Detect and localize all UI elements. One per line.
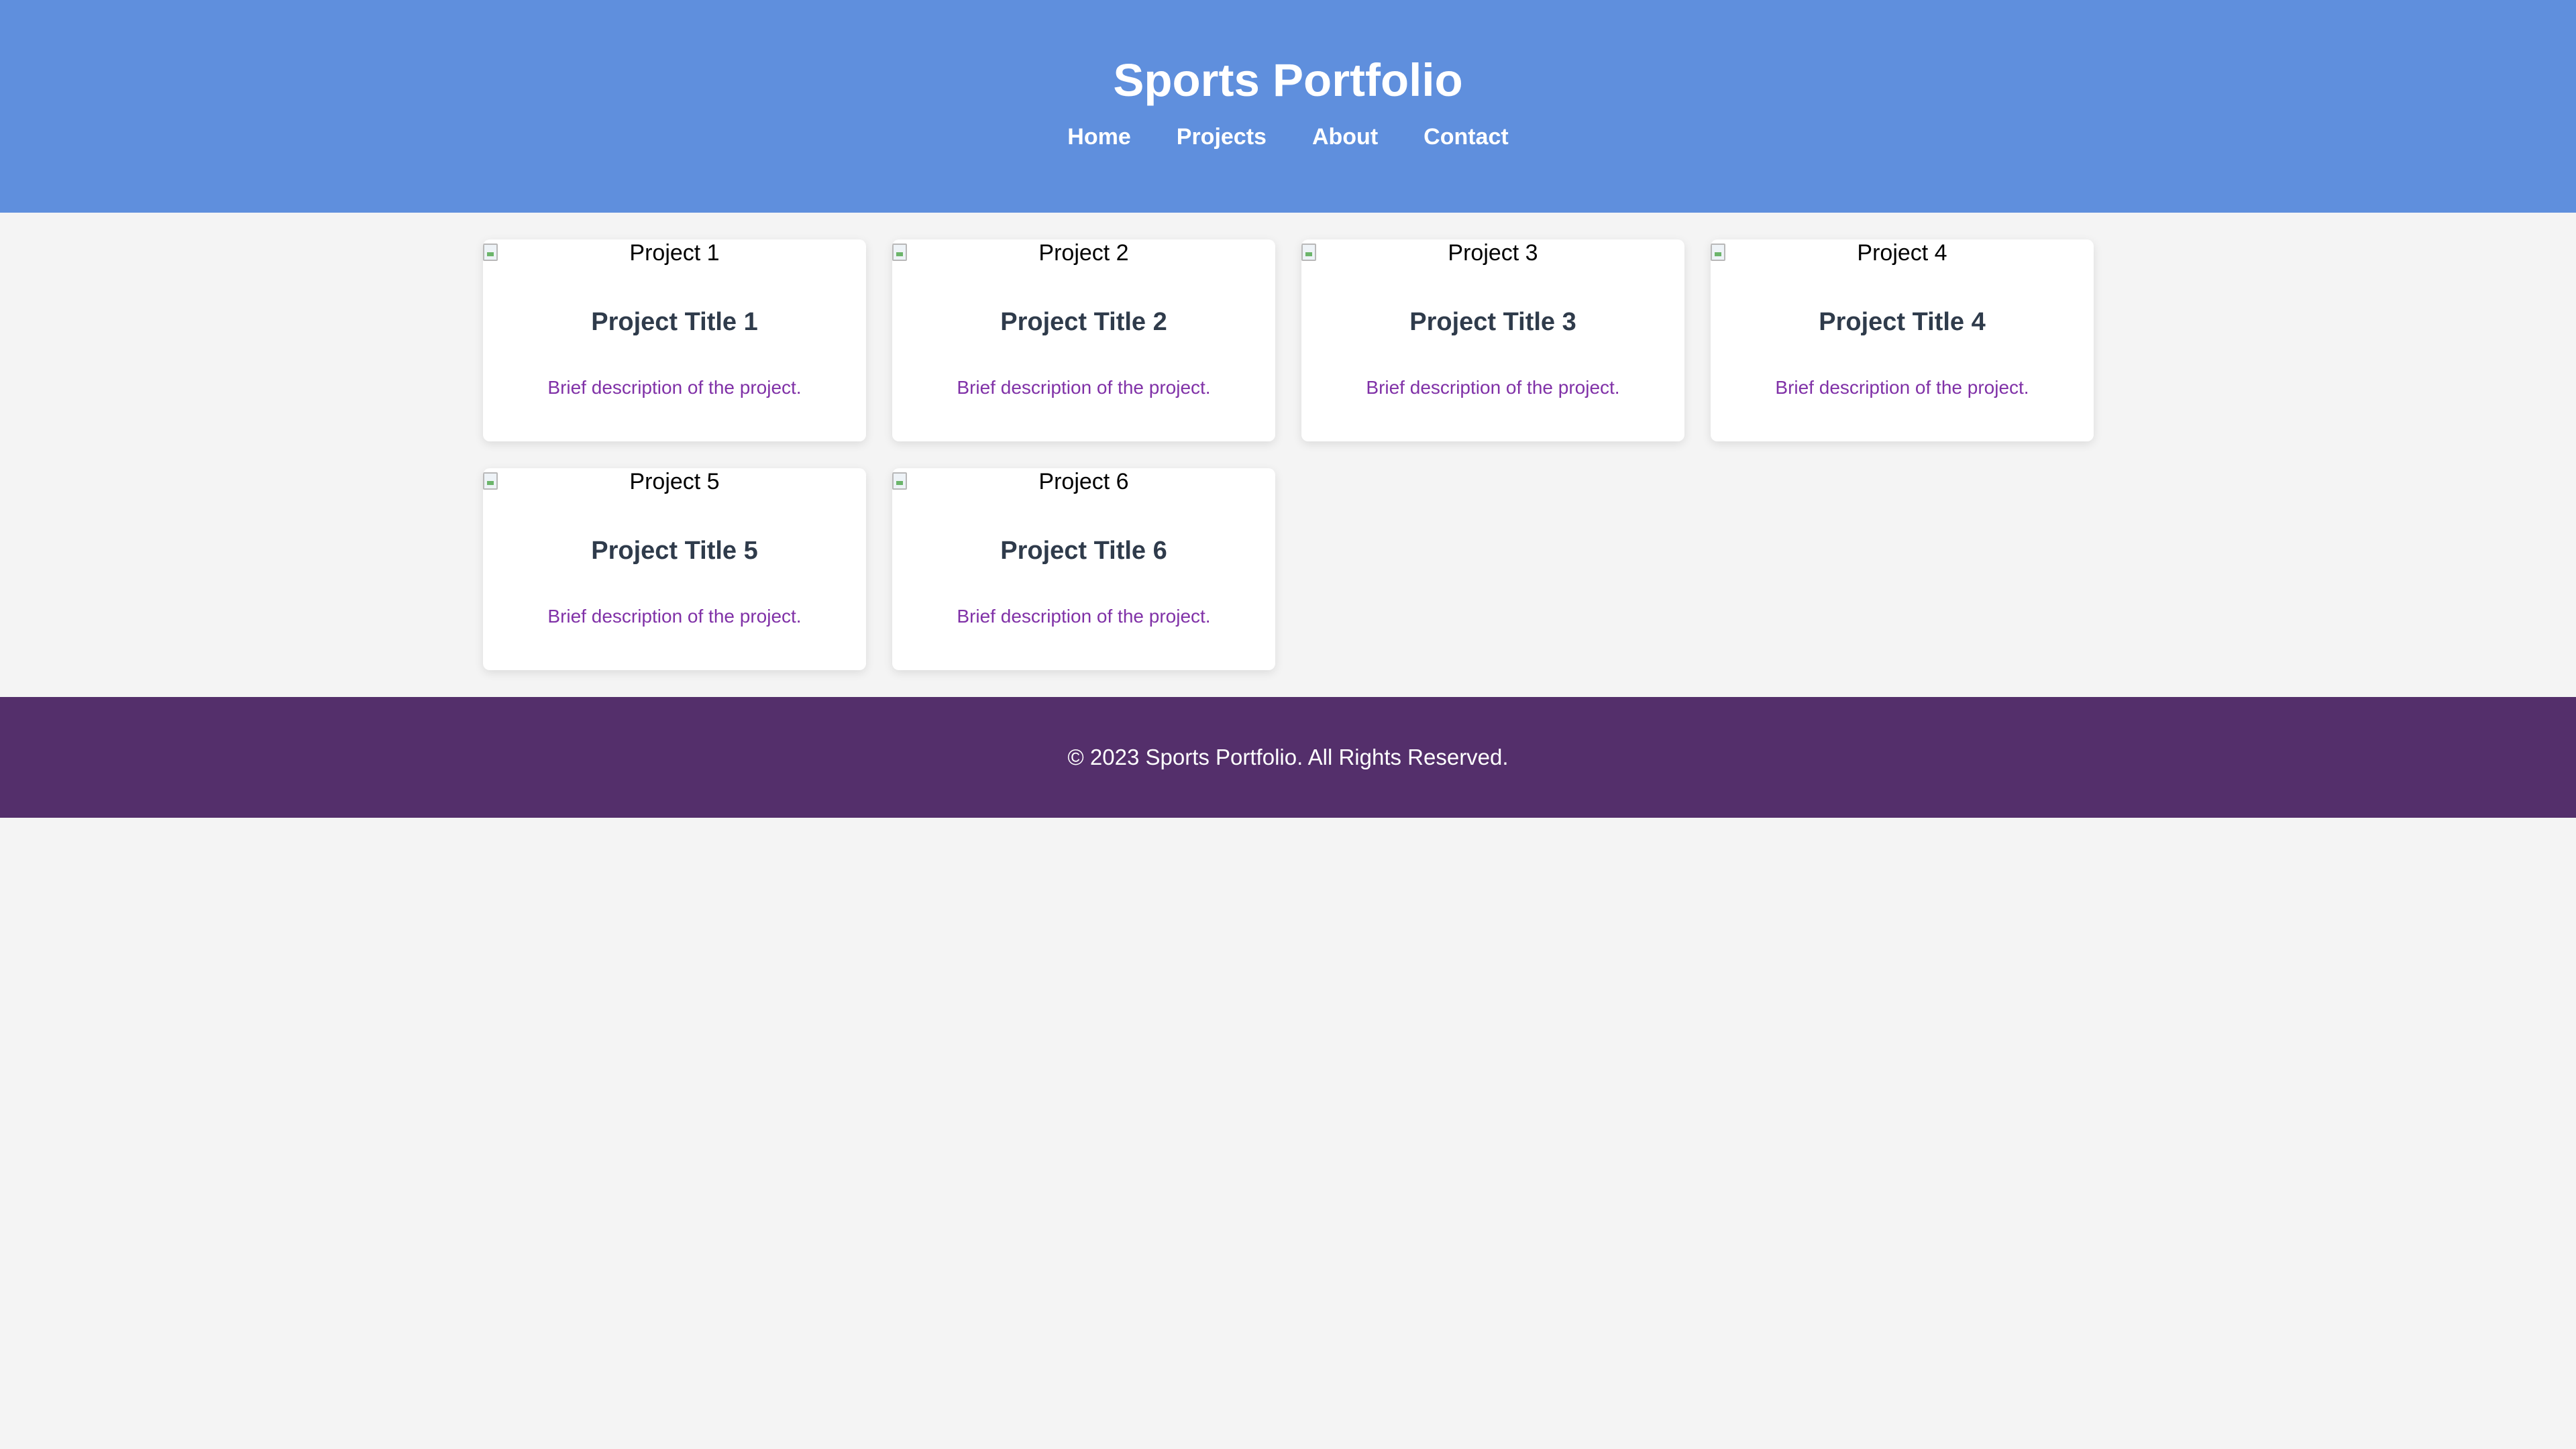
project-title: Project Title 4 (1819, 308, 1986, 336)
broken-image-icon (892, 472, 907, 490)
project-image-alt: Project 6 (1038, 469, 1129, 494)
project-image-alt: Project 4 (1857, 240, 1947, 266)
project-image: Project 6 (892, 468, 1275, 495)
project-image-alt: Project 5 (629, 469, 720, 494)
project-description: Brief description of the project. (547, 377, 802, 398)
broken-image-icon (483, 472, 498, 490)
projects-grid: Project 1 Project Title 1 Brief descript… (0, 213, 2576, 697)
project-title: Project Title 6 (1000, 537, 1167, 565)
project-description: Brief description of the project. (957, 606, 1211, 627)
broken-image-icon (483, 244, 498, 261)
project-description: Brief description of the project. (547, 606, 802, 627)
project-title: Project Title 1 (591, 308, 758, 336)
project-title: Project Title 5 (591, 537, 758, 565)
site-header: Sports Portfolio Home Projects About Con… (0, 0, 2576, 213)
nav-about-link[interactable]: About (1312, 123, 1378, 150)
project-image: Project 1 (483, 239, 866, 266)
project-card[interactable]: Project 2 Project Title 2 Brief descript… (892, 239, 1275, 441)
project-image-alt: Project 3 (1448, 240, 1538, 266)
project-card[interactable]: Project 4 Project Title 4 Brief descript… (1711, 239, 2094, 441)
nav-projects-link[interactable]: Projects (1177, 123, 1267, 150)
project-title: Project Title 2 (1000, 308, 1167, 336)
broken-image-icon (892, 244, 907, 261)
project-description: Brief description of the project. (957, 377, 1211, 398)
broken-image-icon (1711, 244, 1725, 261)
nav-home-link[interactable]: Home (1067, 123, 1130, 150)
project-image-alt: Project 2 (1038, 240, 1129, 266)
project-image-alt: Project 1 (629, 240, 720, 266)
project-card[interactable]: Project 5 Project Title 5 Brief descript… (483, 468, 866, 670)
project-title: Project Title 3 (1409, 308, 1576, 336)
project-card[interactable]: Project 3 Project Title 3 Brief descript… (1301, 239, 1684, 441)
project-image: Project 2 (892, 239, 1275, 266)
project-image: Project 4 (1711, 239, 2094, 266)
project-description: Brief description of the project. (1775, 377, 2029, 398)
site-title: Sports Portfolio (1113, 54, 1463, 106)
project-description: Brief description of the project. (1366, 377, 1620, 398)
broken-image-icon (1301, 244, 1316, 261)
nav-contact-link[interactable]: Contact (1424, 123, 1509, 150)
site-footer: © 2023 Sports Portfolio. All Rights Rese… (0, 697, 2576, 818)
project-image: Project 3 (1301, 239, 1684, 266)
main-nav: Home Projects About Contact (0, 123, 2576, 150)
project-card[interactable]: Project 1 Project Title 1 Brief descript… (483, 239, 866, 441)
project-image: Project 5 (483, 468, 866, 495)
copyright-text: © 2023 Sports Portfolio. All Rights Rese… (1067, 745, 1509, 769)
project-card[interactable]: Project 6 Project Title 6 Brief descript… (892, 468, 1275, 670)
